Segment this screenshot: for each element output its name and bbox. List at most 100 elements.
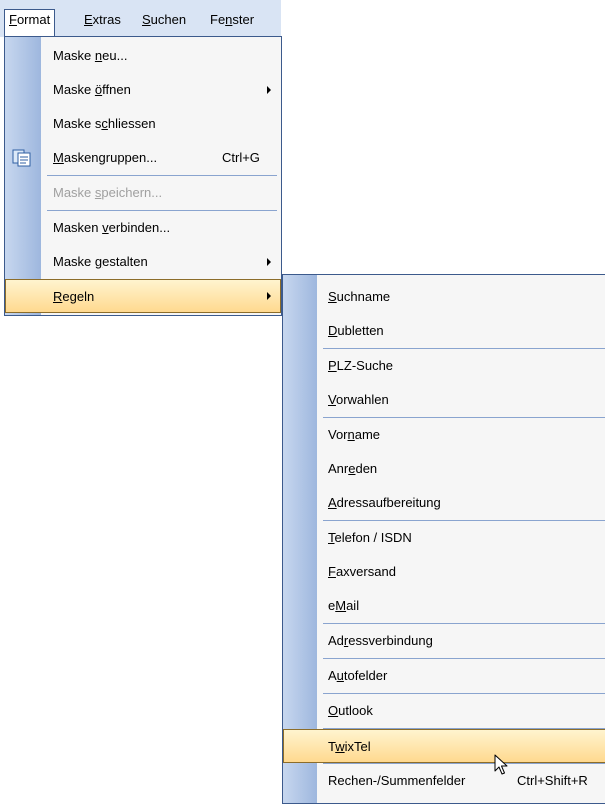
submenu-arrow-icon [267, 86, 271, 94]
label-post: essverbindung [348, 633, 433, 648]
menu-extras[interactable]: Extras [80, 9, 125, 31]
menu-item-label: Vorname [328, 418, 380, 452]
label-pre: Vor [328, 427, 348, 442]
menu-item-maske-neu[interactable]: Maske neu... [5, 39, 281, 73]
menu-extras-post: xtras [92, 12, 121, 27]
menu-item-label: Maske schliessen [53, 107, 156, 141]
menu-suchen-post: uchen [150, 12, 187, 27]
label-post: hliessen [107, 116, 156, 131]
label-mnemonic: O [328, 703, 339, 718]
label-pre: Maske [53, 48, 95, 63]
menu-item-label: Maskengruppen... [53, 141, 157, 175]
menu-item-regeln[interactable]: Regeln [5, 279, 281, 313]
label-post: axversand [335, 564, 396, 579]
menu-item-label: Vorwahlen [328, 383, 389, 417]
label-mnemonic: S [328, 289, 337, 304]
label-post: orwahlen [335, 392, 389, 407]
menu-item-outlook[interactable]: Outlook [283, 694, 605, 728]
menu-suchen[interactable]: Suchen [138, 9, 190, 31]
menu-fenster-pre: Fe [210, 12, 226, 27]
menu-item-suchname[interactable]: Suchname [283, 280, 605, 314]
menu-item-vorwahlen[interactable]: Vorwahlen [283, 383, 605, 417]
label-mnemonic: R [53, 289, 63, 304]
label-mnemonic: n [347, 427, 355, 442]
label-post: LZ-Suche [336, 358, 394, 373]
menu-item-label: PLZ-Suche [328, 349, 393, 383]
label-post: den [355, 461, 378, 476]
menu-suchen-mnemonic: S [142, 12, 151, 27]
menu-item-label: Telefon / ISDN [328, 521, 412, 555]
label-post: elefon / ISDN [334, 530, 412, 545]
label-post: ame [354, 427, 381, 442]
label-pre: Rechen-/Summenfelder [328, 773, 466, 788]
menu-format[interactable]: Format [4, 9, 56, 37]
label-post: ail [346, 598, 360, 613]
label-post: uchname [336, 289, 391, 304]
label-post: ixTel [344, 739, 371, 754]
label-post: egeln [62, 289, 95, 304]
menu-item-label: Autofelder [328, 659, 387, 693]
menu-item-label: Maske neu... [53, 39, 127, 73]
label-mnemonic: w [335, 739, 345, 754]
label-post: utlook [338, 703, 373, 718]
regeln-submenu: Suchname Dubletten PLZ-Suche Vorwahlen V… [282, 274, 605, 804]
menu-item-adressaufbereitung[interactable]: Adressaufbereitung [283, 486, 605, 520]
label-pre: Maske [53, 82, 95, 97]
menu-bar: Format Extras Suchen Fenster [0, 0, 281, 37]
menu-item-faxversand[interactable]: Faxversand [283, 555, 605, 589]
label-mnemonic: A [328, 495, 337, 510]
menu-extras-mnemonic: E [84, 12, 93, 27]
menu-item-label: Maske gestalten [53, 245, 148, 279]
menu-item-maske-gestalten[interactable]: Maske gestalten [5, 245, 281, 279]
label-pre: A [328, 668, 337, 683]
menu-item-telefon-isdn[interactable]: Telefon / ISDN [283, 521, 605, 555]
menu-item-maske-speichern: Maske speichern... [5, 176, 281, 210]
label-post: askengruppen... [63, 150, 158, 165]
label-post: dressaufbereitung [336, 495, 441, 510]
menu-item-label: eMail [328, 589, 359, 623]
menu-item-dubletten[interactable]: Dubletten [283, 314, 605, 348]
menu-item-autofelder[interactable]: Autofelder [283, 659, 605, 693]
label-pre: Anr [328, 461, 349, 476]
menu-item-email[interactable]: eMail [283, 589, 605, 623]
menu-item-label: Anreden [328, 452, 377, 486]
label-post: eu... [102, 48, 128, 63]
menu-fenster[interactable]: Fenster [206, 9, 258, 31]
menu-item-label: Dubletten [328, 314, 384, 348]
menu-item-maske-oeffnen[interactable]: Maske öffnen [5, 73, 281, 107]
menu-item-label: Faxversand [328, 555, 396, 589]
label-mnemonic: D [328, 323, 338, 338]
label-post: peichern... [101, 185, 163, 200]
shortcut-label: Ctrl+G [222, 150, 260, 165]
label-pre: Ad [328, 633, 344, 648]
menu-item-vorname[interactable]: Vorname [283, 418, 605, 452]
mask-group-icon [12, 149, 31, 167]
menu-fenster-post: ster [232, 12, 255, 27]
label-mnemonic: F [328, 564, 336, 579]
menu-item-rechen-summenfelder[interactable]: Rechen-/Summenfelder Ctrl+Shift+R [283, 764, 605, 798]
menu-item-label: Suchname [328, 280, 390, 314]
menu-item-label: Outlook [328, 694, 373, 728]
submenu-arrow-icon [267, 292, 271, 300]
label-mnemonic: u [336, 668, 344, 683]
label-post: erbinden... [108, 220, 171, 235]
label-mnemonic: V [328, 392, 336, 407]
menu-item-anreden[interactable]: Anreden [283, 452, 605, 486]
menu-item-adressverbindung[interactable]: Adressverbindung [283, 624, 605, 658]
menu-item-label: Rechen-/Summenfelder [328, 764, 465, 798]
format-menu: Maske neu... Maske öffnen Maske schliess… [4, 36, 282, 316]
menu-item-label: Maske öffnen [53, 73, 131, 107]
menu-item-maske-schliessen[interactable]: Maske schliessen [5, 107, 281, 141]
menu-item-label: Adressaufbereitung [328, 486, 441, 520]
label-post: ffnen [102, 82, 131, 97]
menu-item-label: Maske speichern... [53, 176, 162, 210]
label-post: estalten [102, 254, 148, 269]
menu-item-label: Regeln [53, 280, 94, 314]
menu-item-maskengruppen[interactable]: Maskengruppen... Ctrl+G [5, 141, 281, 175]
menu-item-masken-verbinden[interactable]: Masken verbinden... [5, 211, 281, 245]
menu-item-twixtel[interactable]: TwixTel [283, 729, 605, 763]
menu-item-label: Adressverbindung [328, 624, 433, 658]
menu-item-plz-suche[interactable]: PLZ-Suche [283, 349, 605, 383]
shortcut-label: Ctrl+Shift+R [517, 773, 588, 788]
menu-format-post: ormat [16, 12, 51, 27]
